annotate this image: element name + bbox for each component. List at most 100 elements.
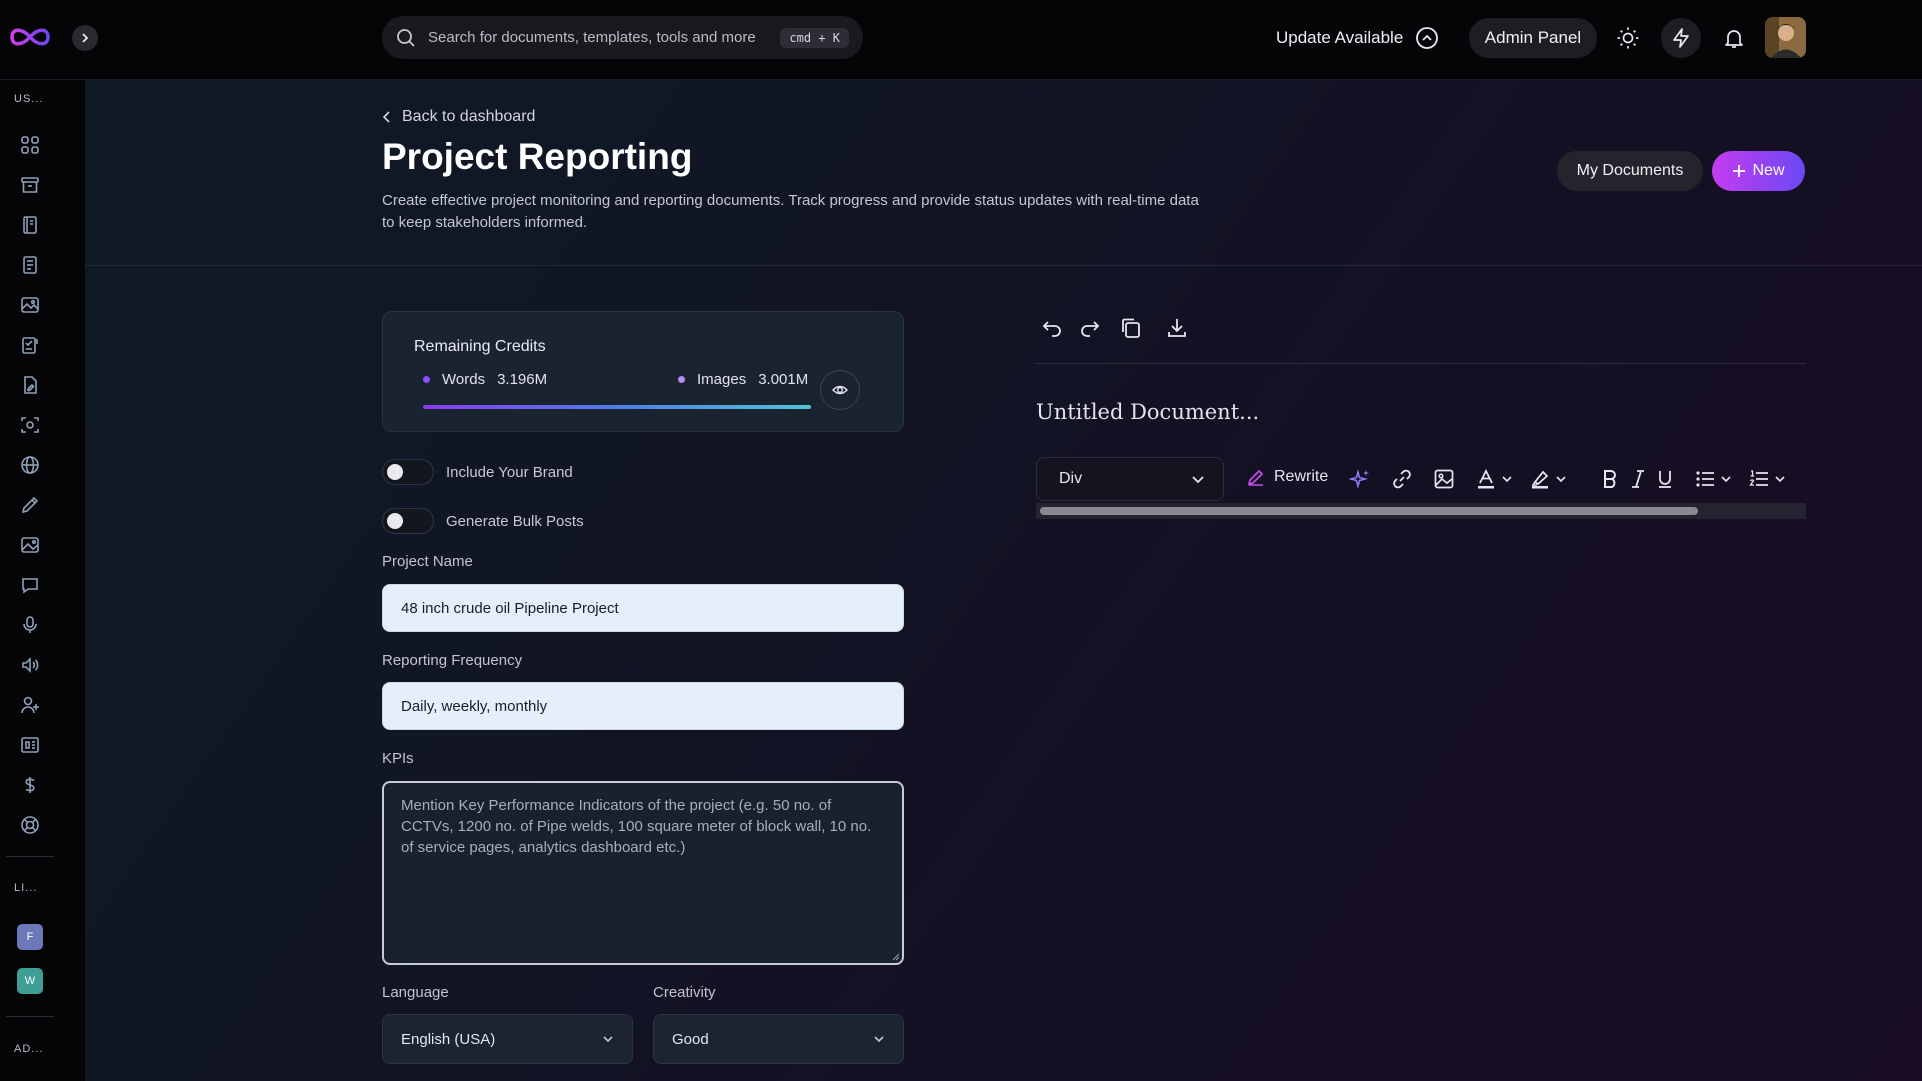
kpis-textarea[interactable]: Mention Key Performance Indicators of th… [382, 781, 904, 965]
block-type-select[interactable]: Div [1036, 457, 1224, 501]
bell-icon [1725, 30, 1743, 48]
image-icon [1434, 469, 1454, 489]
italic-button[interactable] [1630, 467, 1646, 491]
theme-toggle-button[interactable] [1608, 18, 1648, 58]
user-avatar[interactable] [1765, 17, 1806, 58]
bulk-posts-row: Generate Bulk Posts [382, 508, 584, 534]
sidebar-item-edit-document[interactable] [19, 374, 41, 396]
arrow-up-circle-icon [1416, 27, 1439, 49]
document-title[interactable]: Untitled Document... [1036, 400, 1259, 424]
sidebar-item-chat[interactable] [19, 574, 41, 596]
plus-icon [1733, 165, 1746, 177]
workspace-w[interactable]: W [17, 968, 43, 994]
sidebar-section-links: LI... [14, 882, 38, 894]
language-select[interactable]: English (USA) [382, 1014, 633, 1064]
text-color-icon [1478, 468, 1494, 489]
sidebar-item-billing[interactable] [19, 774, 41, 796]
sidebar-item-voice[interactable] [19, 614, 41, 636]
global-search[interactable]: Search for documents, templates, tools a… [382, 16, 863, 59]
checklist-icon [22, 337, 38, 354]
words-label: Words [442, 371, 486, 388]
text-color-button[interactable] [1475, 467, 1513, 491]
creativity-select[interactable]: Good [653, 1014, 904, 1064]
link-button[interactable] [1391, 467, 1413, 491]
sidebar-item-images[interactable] [19, 294, 41, 316]
dollar-icon [25, 777, 35, 793]
creativity-label: Creativity [653, 984, 716, 1001]
block-type-value: Div [1059, 470, 1083, 487]
layout-icon [21, 737, 39, 753]
chevron-down-icon [1556, 476, 1566, 483]
admin-panel-button[interactable]: Admin Panel [1469, 18, 1597, 58]
scrollbar-thumb[interactable] [1040, 507, 1698, 515]
sidebar-item-dashboard[interactable] [19, 134, 41, 156]
sidebar-item-documents[interactable] [19, 254, 41, 276]
numbered-list-button[interactable] [1748, 467, 1786, 491]
sidebar-item-checklist[interactable] [19, 334, 41, 356]
sidebar-item-scan[interactable] [19, 414, 41, 436]
my-documents-button[interactable]: My Documents [1557, 151, 1703, 191]
download-button[interactable] [1163, 314, 1191, 342]
pencil-icon [1247, 469, 1264, 486]
kpis-placeholder: Mention Key Performance Indicators of th… [401, 797, 872, 856]
notifications-button[interactable] [1714, 18, 1754, 58]
bolt-icon [1673, 28, 1689, 48]
sidebar-item-audio[interactable] [19, 654, 41, 676]
underline-button[interactable] [1656, 467, 1674, 491]
back-to-dashboard-link[interactable]: Back to dashboard [382, 108, 535, 126]
document-icon [23, 256, 37, 274]
sidebar-section-admin: AD... [14, 1043, 44, 1055]
search-placeholder[interactable]: Search for documents, templates, tools a… [428, 29, 780, 46]
bulk-posts-toggle[interactable] [382, 508, 434, 534]
download-icon [1168, 319, 1186, 337]
photo-icon [21, 537, 39, 553]
sidebar-item-templates[interactable] [19, 214, 41, 236]
chevron-right-icon [82, 33, 89, 43]
page-title: Project Reporting [382, 136, 693, 177]
bulk-posts-label: Generate Bulk Posts [446, 512, 584, 530]
bold-button[interactable] [1601, 467, 1619, 491]
copy-button[interactable] [1117, 314, 1145, 342]
sidebar-item-archive[interactable] [19, 174, 41, 196]
chevron-down-icon [1192, 475, 1204, 483]
sidebar-item-support[interactable] [19, 814, 41, 836]
reporting-frequency-input[interactable]: Daily, weekly, monthly [382, 682, 904, 730]
bullet-list-button[interactable] [1694, 467, 1732, 491]
app-logo[interactable] [8, 24, 52, 50]
insert-image-button[interactable] [1433, 467, 1455, 491]
bold-icon [1604, 470, 1616, 488]
images-value: 3.001M [758, 371, 809, 388]
chevron-left-icon [382, 111, 390, 123]
chevron-down-icon [1775, 476, 1785, 483]
redo-button[interactable] [1076, 314, 1104, 342]
images-dot [678, 376, 685, 383]
project-name-input[interactable]: 48 inch crude oil Pipeline Project [382, 584, 904, 632]
sidebar-item-ai-images[interactable] [19, 534, 41, 556]
toolbar-horizontal-scrollbar[interactable] [1036, 503, 1806, 519]
scan-icon [21, 417, 39, 433]
ai-sparkle-button[interactable] [1349, 467, 1371, 491]
eye-icon [832, 385, 848, 395]
chevron-down-icon [603, 1036, 613, 1043]
sidebar-item-team[interactable] [19, 694, 41, 716]
resize-handle-icon[interactable] [890, 951, 900, 961]
italic-icon [1632, 470, 1644, 488]
rewrite-button[interactable]: Rewrite [1246, 467, 1328, 487]
header-divider [85, 265, 1922, 266]
highlight-button[interactable] [1529, 467, 1567, 491]
sidebar-item-write[interactable] [19, 494, 41, 516]
new-document-button[interactable]: New [1712, 151, 1805, 191]
undo-icon [1042, 321, 1061, 337]
update-available-button[interactable]: Update Available [1276, 24, 1439, 52]
quick-actions-button[interactable] [1661, 18, 1701, 58]
sidebar-item-web[interactable] [19, 454, 41, 476]
workspace-f[interactable]: F [17, 924, 43, 950]
update-label: Update Available [1276, 28, 1404, 47]
expand-sidebar-button[interactable] [72, 25, 98, 51]
include-brand-toggle[interactable] [382, 459, 434, 485]
undo-button[interactable] [1038, 314, 1066, 342]
sidebar-item-brand[interactable] [19, 734, 41, 756]
credits-progress-fill [423, 405, 811, 409]
toggle-credits-visibility-button[interactable] [820, 370, 860, 410]
toggle-knob [387, 464, 403, 480]
